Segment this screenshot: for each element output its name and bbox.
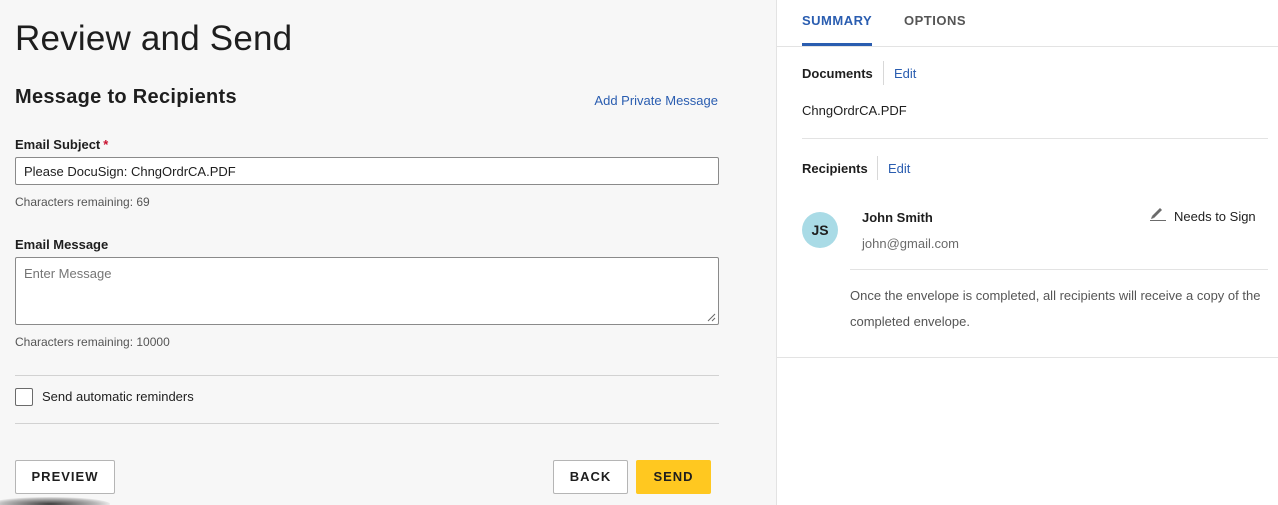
separator <box>877 156 878 180</box>
avatar: JS <box>802 212 838 248</box>
send-button[interactable]: SEND <box>636 460 711 494</box>
recipients-label: Recipients <box>802 161 868 176</box>
email-subject-label-text: Email Subject <box>15 137 101 152</box>
divider <box>777 357 1278 358</box>
divider <box>802 138 1268 139</box>
active-tab-indicator <box>802 43 872 46</box>
email-message-char-count: Characters remaining: 10000 <box>15 335 170 349</box>
completion-note: Once the envelope is completed, all reci… <box>850 288 1261 329</box>
reminders-checkbox[interactable] <box>15 388 33 406</box>
resize-grip-icon[interactable] <box>706 312 716 322</box>
reminders-label[interactable]: Send automatic reminders <box>42 389 194 404</box>
recipient-email: john@gmail.com <box>862 236 960 251</box>
document-item[interactable]: ChngOrdrCA.PDF <box>802 103 907 118</box>
email-subject-label: Email Subject * <box>15 137 108 152</box>
back-button[interactable]: BACK <box>553 460 628 494</box>
separator <box>883 61 884 85</box>
email-message-textarea[interactable] <box>15 257 719 325</box>
page-title: Review and Send <box>15 19 293 58</box>
add-private-message-link[interactable]: Add Private Message <box>594 93 718 108</box>
documents-edit-link[interactable]: Edit <box>894 66 916 81</box>
scrollbar-shadow <box>0 497 110 505</box>
email-message-label: Email Message <box>15 237 109 252</box>
recipient-action: Needs to Sign <box>1174 209 1256 224</box>
recipients-edit-link[interactable]: Edit <box>888 161 910 176</box>
divider <box>15 375 719 376</box>
review-and-send-panel: Review and Send Message to Recipients Ad… <box>0 0 776 505</box>
divider <box>850 269 1268 270</box>
summary-sidebar: SUMMARY OPTIONS Documents Edit ChngOrdrC… <box>776 0 1278 505</box>
recipient-name: John Smith <box>862 210 933 225</box>
message-section-title: Message to Recipients <box>15 86 237 108</box>
divider <box>15 423 719 424</box>
documents-label: Documents <box>802 66 873 81</box>
tab-options[interactable]: OPTIONS <box>904 13 966 28</box>
pen-icon <box>1150 208 1166 221</box>
email-subject-input[interactable] <box>15 157 719 185</box>
tab-bar: SUMMARY OPTIONS <box>777 0 1278 47</box>
email-subject-char-count: Characters remaining: 69 <box>15 195 150 209</box>
required-marker: * <box>103 137 109 152</box>
tab-summary[interactable]: SUMMARY <box>802 13 872 28</box>
preview-button[interactable]: PREVIEW <box>15 460 115 494</box>
